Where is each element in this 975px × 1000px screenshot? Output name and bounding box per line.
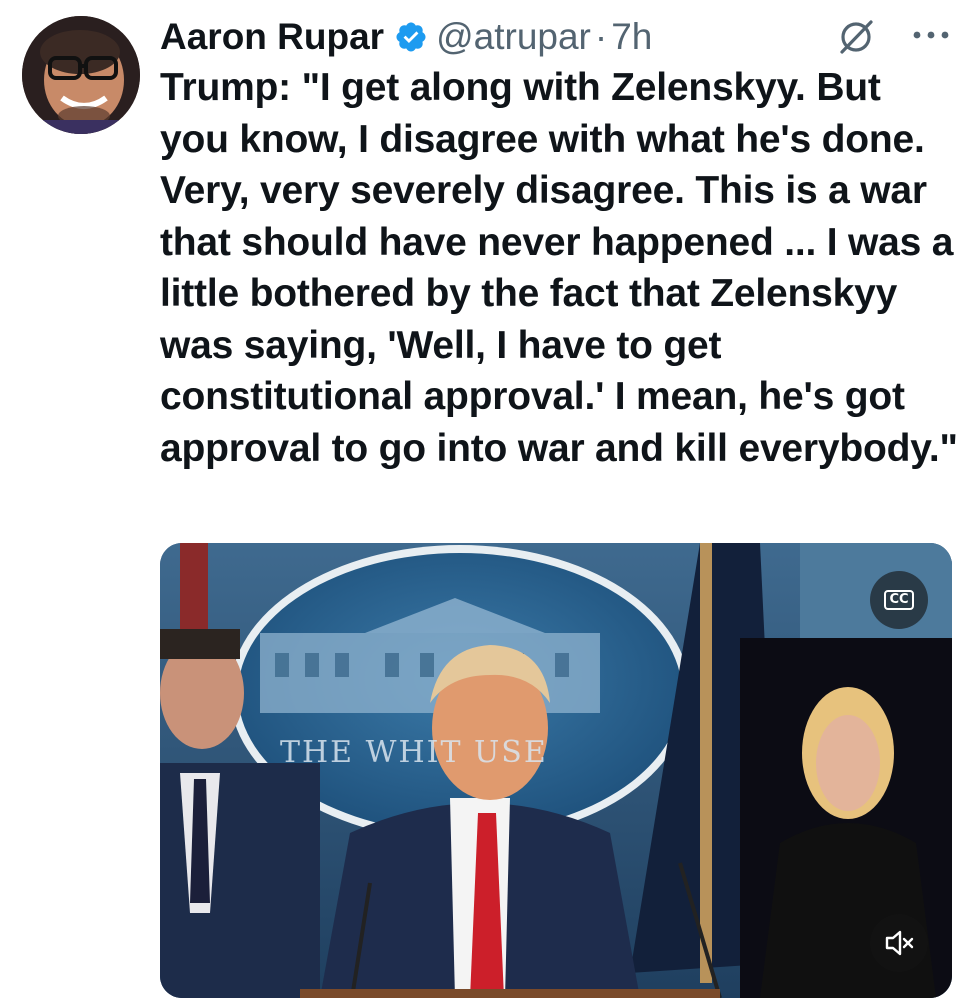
avatar[interactable] <box>22 16 140 134</box>
closed-captions-icon: CC <box>884 590 914 610</box>
mute-button[interactable] <box>870 914 928 972</box>
video-player[interactable]: THE WHIT USE CC <box>160 543 952 998</box>
separator-dot: · <box>594 16 608 57</box>
tweet-header: Aaron Rupar @atrupar · 7h <box>160 12 961 62</box>
tweet-time[interactable]: 7h <box>611 16 652 58</box>
author-name[interactable]: Aaron Rupar <box>160 16 384 58</box>
grok-icon[interactable] <box>835 16 877 58</box>
author-handle[interactable]: @atrupar <box>436 16 591 58</box>
speaker-muted-icon <box>885 930 914 956</box>
avatar-image <box>22 16 140 134</box>
verified-badge-icon[interactable] <box>394 20 428 54</box>
more-options-icon[interactable] <box>907 20 955 50</box>
tweet-text: Trump: "I get along with Zelenskyy. But … <box>160 66 958 470</box>
video-seal-text: THE WHIT USE <box>280 735 548 770</box>
tweet[interactable]: Aaron Rupar @atrupar · 7h Trump: "I get … <box>0 0 975 1000</box>
video-frame <box>160 543 952 998</box>
closed-captions-button[interactable]: CC <box>870 571 928 629</box>
